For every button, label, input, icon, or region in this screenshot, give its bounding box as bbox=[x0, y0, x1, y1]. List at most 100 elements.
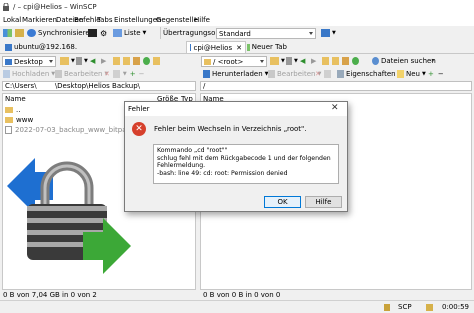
remote-path-bar[interactable]: / bbox=[200, 81, 472, 91]
root-dir-icon bbox=[332, 57, 339, 65]
chevron-down-icon bbox=[49, 60, 53, 63]
refresh-icon bbox=[143, 57, 150, 65]
list-item[interactable]: .. bbox=[5, 105, 20, 115]
back-arrow-icon: ◀ bbox=[90, 57, 96, 65]
tab-cpi-helios[interactable]: cpi@Helios ✕ bbox=[186, 41, 246, 53]
terminal-icon bbox=[88, 29, 97, 37]
gear-icon: ⚙ bbox=[100, 29, 108, 38]
add-icon: + bbox=[428, 70, 434, 78]
chevron-down-icon: ▼ bbox=[122, 71, 127, 77]
file-icon bbox=[5, 126, 12, 134]
properties-icon bbox=[337, 70, 344, 78]
remote-forward-button[interactable]: ▶ bbox=[311, 57, 316, 65]
session-time: 0:00:59 bbox=[442, 303, 469, 311]
connection-icon bbox=[426, 301, 433, 313]
properties-button[interactable]: Eigenschaften ▼ bbox=[337, 70, 401, 78]
chevron-down-icon: ▼ bbox=[142, 30, 147, 36]
download-icon bbox=[203, 70, 210, 78]
remote-edit-button[interactable]: Bearbeiten ▼ bbox=[268, 70, 321, 78]
remote-filter-button[interactable]: ▼ bbox=[286, 57, 298, 65]
menu-item-hilfe[interactable]: Hilfe bbox=[194, 16, 210, 24]
sync-browse-button[interactable] bbox=[15, 29, 24, 37]
dialog-title: Fehler bbox=[128, 105, 150, 113]
menu-item-lokal[interactable]: Lokal bbox=[3, 16, 21, 24]
remote-dir-select[interactable]: / <root> bbox=[201, 56, 267, 67]
terminal-button[interactable] bbox=[88, 29, 97, 37]
local-drive-select[interactable]: Desktop bbox=[2, 56, 56, 67]
back-arrow-icon: ◀ bbox=[300, 57, 306, 65]
parent-dir-icon bbox=[113, 57, 120, 65]
queue-button[interactable]: Liste ▼ bbox=[113, 29, 146, 37]
main-toolbar: Synchronisieren ⚙ Liste ▼ Übertragungsop… bbox=[0, 26, 474, 40]
filter-icon bbox=[76, 57, 82, 65]
add-icon: + bbox=[129, 70, 136, 78]
local-filter-button[interactable]: ▼ bbox=[76, 57, 88, 65]
help-button[interactable]: Hilfe bbox=[305, 196, 342, 208]
remote-plus-minus[interactable]: + − bbox=[428, 70, 444, 78]
sync-browse-icon bbox=[15, 29, 24, 37]
local-back-button[interactable]: ◀ bbox=[90, 57, 95, 65]
search-icon bbox=[372, 57, 379, 65]
tab-ubuntu[interactable]: ubuntu@192.168. bbox=[2, 41, 90, 53]
filter-icon bbox=[286, 57, 292, 65]
home-icon bbox=[133, 57, 140, 65]
upload-icon bbox=[3, 70, 10, 78]
transfer-settings-extra-button[interactable]: ▼ bbox=[321, 29, 336, 37]
chevron-down-icon: ▼ bbox=[332, 30, 336, 36]
chevron-down-icon: ▼ bbox=[84, 58, 88, 64]
dialog-close-button[interactable]: ✕ bbox=[331, 103, 339, 113]
local-action-icons[interactable]: ✕ ▼ + − bbox=[104, 70, 144, 78]
ok-button[interactable]: OK bbox=[264, 196, 301, 208]
find-files-button[interactable]: Dateien suchen bbox=[372, 57, 436, 65]
menu-item-einstellungen[interactable]: Einstellungen bbox=[114, 16, 161, 24]
local-path-bar[interactable]: C:\Users\ \Desktop\Helios Backup\ bbox=[2, 81, 196, 91]
minus-icon: − bbox=[437, 70, 444, 78]
winscp-logo bbox=[7, 158, 131, 274]
close-icon[interactable]: ✕ bbox=[236, 44, 242, 52]
menu-bar: Lokal Markieren Dateien Befehle Tabs Ein… bbox=[0, 14, 474, 26]
root-dir-icon bbox=[123, 57, 130, 65]
local-forward-button[interactable]: ▶ bbox=[101, 57, 106, 65]
chevron-down-icon: ▼ bbox=[71, 58, 75, 64]
new-button[interactable]: Neu ▼ bbox=[397, 70, 426, 78]
chevron-down-icon: ▼ bbox=[421, 71, 426, 77]
desktop-icon bbox=[5, 58, 12, 65]
rename-icon bbox=[323, 70, 331, 78]
transfer-settings-select[interactable]: Standard bbox=[216, 28, 316, 39]
window-title: / – cpi@Helios – WinSCP bbox=[13, 3, 97, 11]
remote-delete-button[interactable]: ✕ bbox=[315, 70, 331, 78]
remote-back-button[interactable]: ◀ bbox=[300, 57, 305, 65]
delete-icon: ✕ bbox=[315, 70, 321, 78]
delete-icon: ✕ bbox=[104, 70, 110, 78]
new-dir-icon bbox=[153, 57, 160, 65]
upload-button[interactable]: Hochladen ▼ bbox=[3, 70, 55, 78]
dialog-details-box: Kommando „cd "root"" schlug fehl mit dem… bbox=[153, 144, 339, 184]
home-icon bbox=[342, 57, 349, 65]
lock-icon bbox=[384, 303, 390, 311]
local-open-folder-button[interactable]: ▼ bbox=[60, 57, 75, 65]
settings-gear-button[interactable]: ⚙ bbox=[100, 29, 107, 38]
tab-new[interactable]: Neuer Tab bbox=[244, 41, 290, 53]
local-nav-icons[interactable] bbox=[113, 57, 160, 65]
folder-icon bbox=[5, 117, 13, 123]
col-header-name[interactable]: Name bbox=[5, 94, 26, 104]
folder-icon bbox=[270, 57, 279, 65]
chevron-down-icon bbox=[260, 60, 264, 63]
forward-arrow-icon: ▶ bbox=[101, 57, 107, 65]
menu-item-tabs[interactable]: Tabs bbox=[97, 16, 113, 24]
remote-overflow-button[interactable]: » bbox=[431, 57, 435, 64]
menu-item-gegenstelle[interactable]: Gegenstelle bbox=[156, 16, 198, 24]
session-icon bbox=[190, 44, 192, 51]
error-dialog: Fehler ✕ ✕ Fehler beim Wechseln in Verze… bbox=[124, 101, 348, 212]
protocol-label: SCP bbox=[398, 303, 412, 311]
remote-open-folder-button[interactable]: ▼ bbox=[270, 57, 285, 65]
list-item[interactable]: www bbox=[5, 115, 33, 125]
download-button[interactable]: Herunterladen ▼ bbox=[203, 70, 269, 78]
synchronize-button[interactable]: Synchronisieren bbox=[27, 29, 94, 37]
refresh-icon bbox=[352, 57, 359, 65]
remote-nav-icons[interactable] bbox=[322, 57, 359, 65]
overflow-icon: » bbox=[431, 57, 435, 64]
compare-dirs-button[interactable] bbox=[3, 29, 12, 37]
local-edit-button[interactable]: Bearbeiten ▼ bbox=[55, 70, 108, 78]
menu-item-markieren[interactable]: Markieren bbox=[22, 16, 57, 24]
